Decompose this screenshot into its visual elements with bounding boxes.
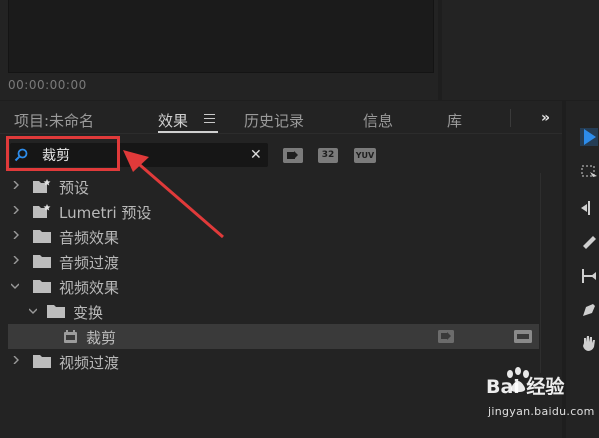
- monitor-screen[interactable]: [8, 0, 434, 73]
- annotation-highlight-box: [6, 136, 120, 171]
- ripple-edit-tool-icon[interactable]: [580, 199, 598, 217]
- tree-item-label: 裁剪: [86, 329, 117, 347]
- tab-overflow-icon[interactable]: »: [541, 110, 550, 126]
- active-tab-indicator: [158, 131, 218, 133]
- tab-divider: [510, 109, 511, 127]
- watermark-brand: Bai 经验: [486, 376, 565, 398]
- tree-item-crop-effect[interactable]: 裁剪: [8, 324, 539, 349]
- tree-item-audio-transitions[interactable]: 音频过渡: [0, 249, 540, 274]
- slip-tool-icon[interactable]: [580, 267, 598, 285]
- watermark-url: jingyan.baidu.com: [488, 405, 595, 418]
- tree-item-label: 视频过渡: [59, 354, 120, 372]
- tab-info[interactable]: 信息: [363, 110, 393, 131]
- accelerated-effect-icon: [438, 330, 454, 343]
- tree-item-transform[interactable]: 变换: [0, 299, 540, 324]
- selection-tool-icon[interactable]: [580, 128, 598, 146]
- preset-folder-icon: [33, 204, 51, 218]
- folder-icon: [33, 255, 51, 268]
- program-monitor: 00:00:00:00: [0, 0, 438, 100]
- tree-item-label: 音频过渡: [59, 254, 120, 272]
- chevron-right-icon[interactable]: [12, 181, 20, 189]
- tree-item-audio-effects[interactable]: 音频效果: [0, 224, 540, 249]
- chevron-right-icon[interactable]: [12, 256, 20, 264]
- pen-tool-icon[interactable]: [580, 301, 598, 319]
- tab-libraries[interactable]: 库: [447, 110, 462, 131]
- folder-icon: [33, 355, 51, 368]
- tree-item-presets[interactable]: 预设: [0, 174, 540, 199]
- tab-history[interactable]: 历史记录: [244, 110, 304, 131]
- folder-icon: [47, 305, 65, 318]
- annotation-arrow-icon: [123, 150, 224, 239]
- panel-menu-icon[interactable]: [204, 114, 215, 123]
- tree-item-label: 视频效果: [59, 279, 120, 297]
- preset-folder-icon: [33, 179, 51, 193]
- folder-icon: [33, 280, 51, 293]
- chevron-down-icon[interactable]: [11, 282, 19, 290]
- tree-item-lumetri-presets[interactable]: Lumetri 预设: [0, 199, 540, 224]
- tab-effects[interactable]: 效果: [158, 110, 188, 131]
- clear-search-icon[interactable]: ✕: [250, 147, 262, 163]
- panel-tab-bar: 项目:未命名 效果 历史记录 信息 库 »: [0, 101, 562, 134]
- effect-icon: [64, 330, 77, 343]
- tab-project[interactable]: 项目:未命名: [14, 110, 94, 131]
- folder-icon: [33, 230, 51, 243]
- chevron-right-icon[interactable]: [12, 206, 20, 214]
- tree-item-label: 音频效果: [59, 229, 120, 247]
- top-right-panel: [442, 0, 599, 100]
- yuv-effect-icon: [514, 330, 532, 343]
- hand-tool-icon[interactable]: [580, 334, 598, 352]
- 32bit-effects-button[interactable]: 32: [318, 148, 338, 163]
- tree-item-label: 预设: [59, 179, 90, 197]
- tree-item-label: 变换: [73, 304, 104, 322]
- track-select-tool-icon[interactable]: [580, 163, 598, 181]
- accelerated-effects-icon[interactable]: [283, 148, 303, 163]
- chevron-right-icon[interactable]: [12, 231, 20, 239]
- tree-divider: [540, 173, 541, 373]
- chevron-right-icon[interactable]: [12, 356, 20, 364]
- razor-tool-icon[interactable]: [580, 233, 598, 251]
- tree-item-video-effects[interactable]: 视频效果: [0, 274, 540, 299]
- chevron-down-icon[interactable]: [29, 307, 37, 315]
- yuv-effects-button[interactable]: YUV: [354, 148, 376, 163]
- timecode[interactable]: 00:00:00:00: [8, 78, 87, 92]
